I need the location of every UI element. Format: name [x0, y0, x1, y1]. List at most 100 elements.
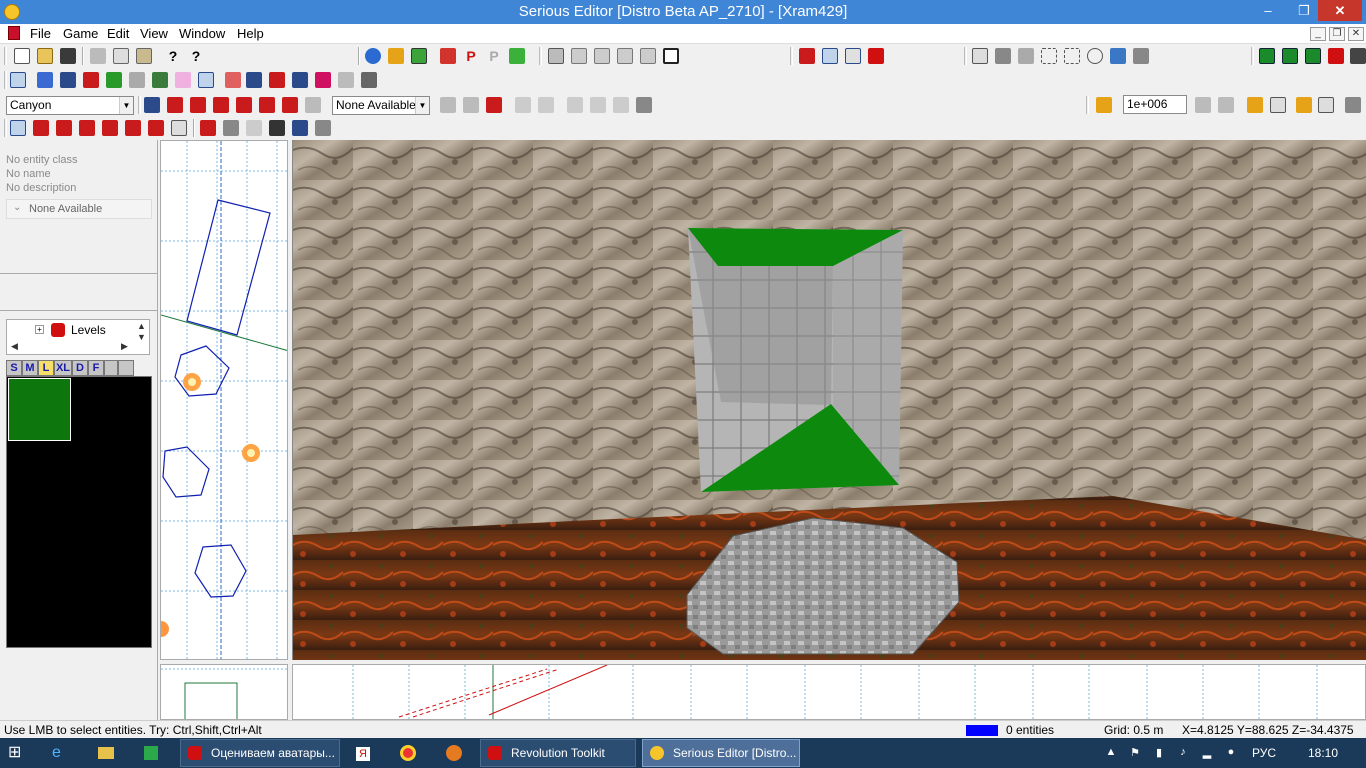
play-icon[interactable]	[440, 48, 456, 64]
entity-tool-8-icon[interactable]	[223, 120, 239, 136]
entity-tool-11-icon[interactable]	[315, 120, 331, 136]
ie-icon[interactable]: e	[52, 739, 72, 767]
brush-3-icon[interactable]	[190, 97, 206, 113]
tool-3-icon[interactable]	[60, 72, 76, 88]
tool-10-icon[interactable]	[225, 72, 241, 88]
tool-13-icon[interactable]	[292, 72, 308, 88]
value-field[interactable]: 1e+006	[1123, 95, 1187, 114]
tool-16-icon[interactable]	[361, 72, 377, 88]
layer-green-1-icon[interactable]	[1259, 48, 1275, 64]
viewport-2d[interactable]	[160, 140, 288, 660]
layer-green-2-icon[interactable]	[1282, 48, 1298, 64]
red-tool-icon[interactable]	[799, 48, 815, 64]
close-tool-icon[interactable]	[1345, 97, 1361, 113]
target-icon[interactable]	[1087, 48, 1103, 64]
csg-8-icon[interactable]	[613, 97, 629, 113]
view-5-icon[interactable]	[640, 48, 656, 64]
tool-2-icon[interactable]	[37, 72, 53, 88]
viewport-3d[interactable]	[292, 140, 1366, 660]
tab-blank-1[interactable]	[104, 360, 118, 376]
box-2-icon[interactable]	[1318, 97, 1334, 113]
menu-help[interactable]: Help	[237, 26, 264, 41]
entity-tool-3-icon[interactable]	[79, 120, 95, 136]
entity-tool-2-icon[interactable]	[56, 120, 72, 136]
taskbar-yandex[interactable]: Оцениваем аватары...	[180, 739, 340, 767]
entity-icon[interactable]	[388, 48, 404, 64]
toolbar-grip[interactable]	[4, 71, 7, 89]
tab-f[interactable]: F	[88, 360, 104, 376]
csg-9-icon[interactable]	[636, 97, 652, 113]
green-list-icon[interactable]	[509, 48, 525, 64]
scroll-left-icon[interactable]: ◀	[11, 341, 18, 352]
menu-edit[interactable]: Edit	[107, 26, 129, 41]
view-6-icon[interactable]	[663, 48, 679, 64]
light-icon[interactable]	[972, 48, 988, 64]
view-1-icon[interactable]	[548, 48, 564, 64]
mdi-restore-button[interactable]: ❐	[1329, 27, 1345, 41]
tool-4-icon[interactable]	[83, 72, 99, 88]
brush-7-icon[interactable]	[282, 97, 298, 113]
spin-1-icon[interactable]	[1195, 97, 1211, 113]
language-indicator[interactable]: РУС	[1252, 739, 1276, 767]
entity-tool-1-icon[interactable]	[33, 120, 49, 136]
taskbar-revolution[interactable]: Revolution Toolkit	[480, 739, 636, 767]
volume-icon[interactable]: ♪	[1176, 746, 1190, 760]
toolbar-grip[interactable]	[138, 96, 141, 114]
tab-blank-2[interactable]	[118, 360, 134, 376]
clock[interactable]: 18:10	[1308, 739, 1338, 767]
viewport-bottom-left[interactable]	[160, 664, 288, 720]
view-2-icon[interactable]	[571, 48, 587, 64]
explorer-folder-icon[interactable]	[98, 739, 118, 767]
toolbar-grip[interactable]	[1251, 47, 1254, 65]
tool-14-icon[interactable]	[315, 72, 331, 88]
tool-15-icon[interactable]	[338, 72, 354, 88]
power-icon[interactable]: ▮	[1152, 746, 1166, 760]
texture-browser[interactable]	[6, 376, 152, 648]
scroll-up-icon[interactable]: ▲	[137, 321, 146, 331]
grid-snap-icon[interactable]	[822, 48, 838, 64]
toolbar-grip[interactable]	[964, 47, 967, 65]
scroll-right-icon[interactable]: ▶	[121, 341, 128, 352]
layer-delete-icon[interactable]	[1328, 48, 1344, 64]
mode-combo[interactable]: None Available ▼	[332, 96, 430, 115]
tool-8-icon[interactable]	[175, 72, 191, 88]
layer-dark-icon[interactable]	[1350, 48, 1366, 64]
maximize-button[interactable]: ❐	[1290, 0, 1318, 21]
tab-m[interactable]: M	[22, 360, 38, 376]
tree-icon[interactable]	[1018, 48, 1034, 64]
brush-8-icon[interactable]	[305, 97, 321, 113]
toolbar-grip[interactable]	[1086, 96, 1089, 114]
world-combo[interactable]: Canyon ▼	[6, 96, 134, 115]
viewport-bottom[interactable]	[292, 664, 1366, 720]
entity-tool-10-icon[interactable]	[292, 120, 308, 136]
close-button[interactable]: ✕	[1318, 0, 1362, 21]
store-icon[interactable]	[144, 739, 164, 767]
texture-thumbnail[interactable]	[8, 378, 71, 441]
tool-12-icon[interactable]	[269, 72, 285, 88]
spark-icon[interactable]	[1296, 97, 1312, 113]
tool-7-icon[interactable]	[152, 72, 168, 88]
image-icon[interactable]	[1110, 48, 1126, 64]
csg-4-icon[interactable]	[515, 97, 531, 113]
cut-icon[interactable]	[90, 48, 106, 64]
tray-app-icon[interactable]: ●	[1224, 746, 1238, 760]
box-icon[interactable]	[1270, 97, 1286, 113]
brush-4-icon[interactable]	[213, 97, 229, 113]
p-gray-icon[interactable]: P	[486, 48, 502, 64]
grid-select-icon[interactable]	[10, 120, 26, 136]
brush-1-icon[interactable]	[144, 97, 160, 113]
menu-view[interactable]: View	[140, 26, 168, 41]
picture-icon[interactable]	[411, 48, 427, 64]
snap-icon[interactable]	[1133, 48, 1149, 64]
tray-expand-icon[interactable]: ▲	[1104, 746, 1118, 760]
tab-l[interactable]: L	[38, 360, 54, 376]
globe-icon[interactable]	[365, 48, 381, 64]
red-grid-icon[interactable]	[868, 48, 884, 64]
mdi-minimize-button[interactable]: _	[1310, 27, 1326, 41]
menu-file[interactable]: File	[30, 26, 51, 41]
tool-11-icon[interactable]	[246, 72, 262, 88]
scroll-down-icon[interactable]: ▼	[137, 332, 146, 342]
entity-tool-5-icon[interactable]	[125, 120, 141, 136]
csg-3-icon[interactable]	[486, 97, 502, 113]
tool-6-icon[interactable]	[129, 72, 145, 88]
